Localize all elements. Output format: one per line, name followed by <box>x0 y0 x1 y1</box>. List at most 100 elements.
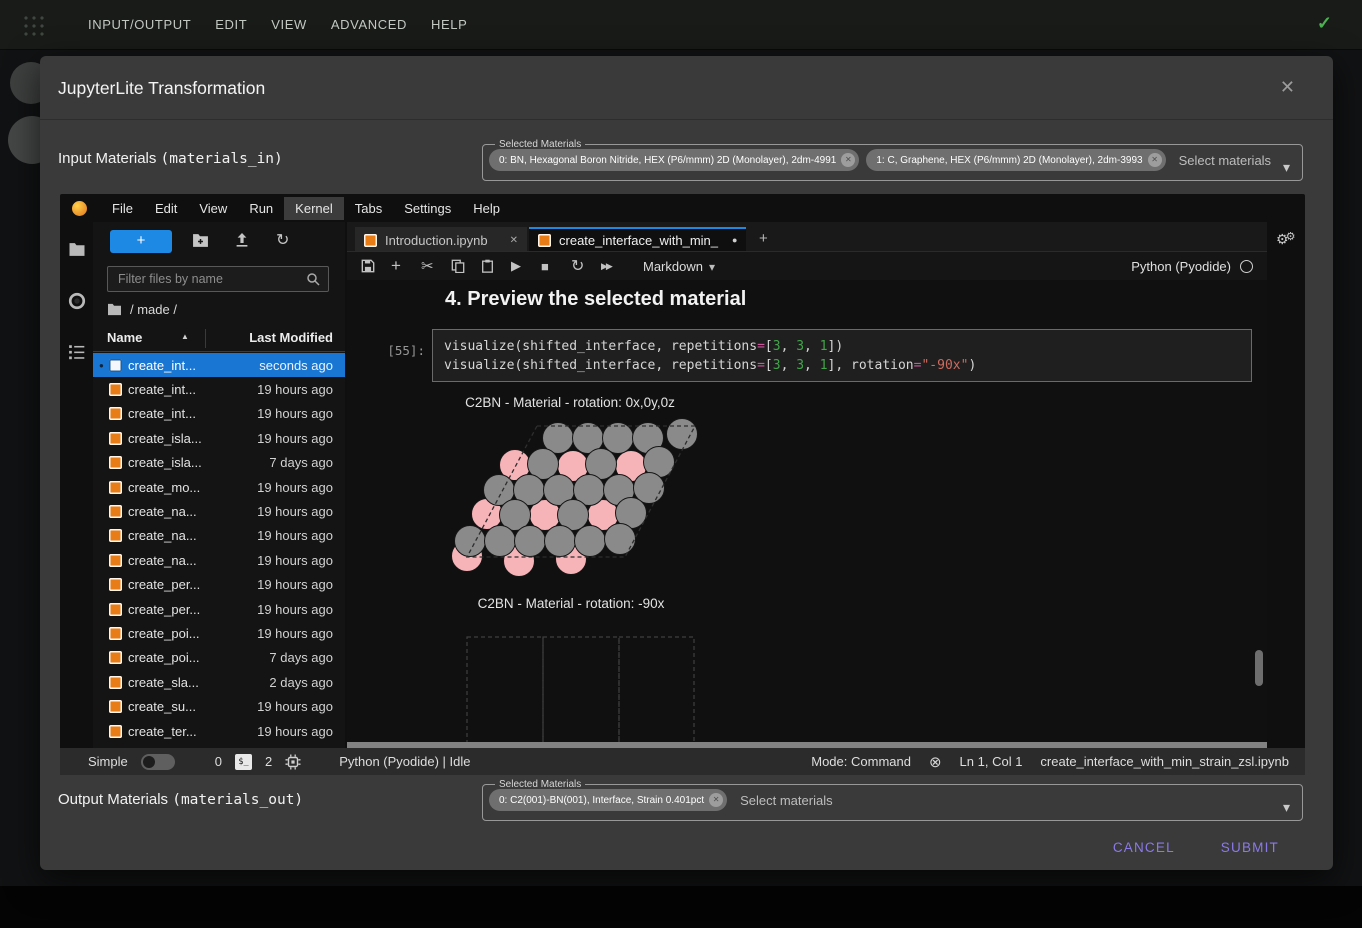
unit-cell-outline <box>619 637 694 742</box>
remove-chip-icon[interactable]: ✕ <box>1148 153 1162 167</box>
notebook-file-icon <box>109 505 122 518</box>
output-materials-select[interactable]: Selected Materials 0: C2(001)-BN(001), I… <box>482 779 1303 821</box>
code-token: , <box>781 358 797 373</box>
file-row[interactable]: ●create_poi...19 hours ago <box>93 621 345 645</box>
file-row[interactable]: ●create_na...19 hours ago <box>93 524 345 548</box>
jupyter-status-bar: Simple 0 $_ 2 Python (Pyodide) | Idle Mo… <box>60 748 1305 775</box>
app-menu-item[interactable]: INPUT/OUTPUT <box>88 17 191 32</box>
column-last-modified[interactable]: Last Modified <box>249 330 333 345</box>
remove-chip-icon[interactable]: ✕ <box>709 793 723 807</box>
check-icon[interactable]: ✓ <box>1317 13 1332 34</box>
submit-button[interactable]: SUBMIT <box>1219 834 1281 861</box>
notebook-tab[interactable]: create_interface_with_min_● <box>529 227 746 251</box>
column-name[interactable]: Name <box>107 330 142 345</box>
jupyter-menu-item[interactable]: Tabs <box>344 197 393 220</box>
refresh-icon[interactable]: ↻ <box>276 230 289 250</box>
terminal-icon[interactable]: $_ <box>235 754 252 770</box>
new-folder-icon[interactable] <box>192 233 209 248</box>
restart-kernel-icon[interactable]: ↻ <box>571 256 601 276</box>
chevron-down-icon: ▾ <box>709 260 715 274</box>
jupyter-menu-item[interactable]: File <box>101 197 144 220</box>
file-browser-icon[interactable] <box>68 242 86 257</box>
save-icon[interactable] <box>361 259 391 273</box>
file-filter-box[interactable] <box>107 266 329 292</box>
stop-icon[interactable]: ■ <box>541 259 571 274</box>
running-sessions-icon[interactable] <box>68 292 86 310</box>
vertical-scrollbar-thumb[interactable] <box>1255 650 1263 686</box>
file-row[interactable]: ●create_su...19 hours ago <box>93 694 345 718</box>
material-chip-label: 0: BN, Hexagonal Boron Nitride, HEX (P6/… <box>499 155 836 166</box>
search-icon <box>306 272 320 286</box>
simple-mode-toggle[interactable] <box>141 754 175 770</box>
notifications-icon[interactable]: ⊗ <box>929 753 942 771</box>
kernel-chip-icon[interactable] <box>285 754 301 770</box>
chevron-down-icon[interactable]: ▾ <box>1283 159 1290 176</box>
input-materials-select[interactable]: Selected Materials 0: BN, Hexagonal Boro… <box>482 139 1303 181</box>
material-chip[interactable]: 1: C, Graphene, HEX (P6/mmm) 2D (Monolay… <box>866 149 1165 171</box>
file-row[interactable]: ●create_na...19 hours ago <box>93 548 345 572</box>
unsaved-indicator: ● <box>99 483 109 492</box>
file-row[interactable]: ●create_mo...19 hours ago <box>93 475 345 499</box>
add-cell-icon[interactable]: + <box>391 256 421 276</box>
app-menu-item[interactable]: EDIT <box>215 17 247 32</box>
material-chip-label: 0: C2(001)-BN(001), Interface, Strain 0.… <box>499 795 704 806</box>
remove-chip-icon[interactable]: ✕ <box>841 153 855 167</box>
file-row[interactable]: ●create_per...19 hours ago <box>93 573 345 597</box>
code-token: , <box>804 358 820 373</box>
paste-icon[interactable] <box>481 259 511 273</box>
run-icon[interactable]: ▶ <box>511 258 541 274</box>
column-divider <box>205 329 206 348</box>
file-row[interactable]: ●create_int...19 hours ago <box>93 402 345 426</box>
new-tab-button[interactable]: + <box>748 227 778 251</box>
cut-icon[interactable]: ✂ <box>421 257 451 275</box>
gears-icon[interactable]: ⚙⚙ <box>1276 230 1292 248</box>
file-row[interactable]: ●create_isla...19 hours ago <box>93 426 345 450</box>
file-row[interactable]: ●create_isla...7 days ago <box>93 451 345 475</box>
file-row[interactable]: ●create_int...seconds ago <box>93 353 345 377</box>
app-menu-item[interactable]: VIEW <box>271 17 307 32</box>
jupyter-menu-item[interactable]: Run <box>238 197 284 220</box>
cancel-button[interactable]: CANCEL <box>1111 834 1177 861</box>
notebook-file-icon <box>109 407 122 420</box>
new-launcher-button[interactable]: + <box>110 230 172 253</box>
kernel-name: Python (Pyodide) <box>1131 259 1231 274</box>
file-name: create_int... <box>128 358 196 373</box>
jupyter-menu-item[interactable]: Help <box>462 197 511 220</box>
file-row[interactable]: ●create_na...19 hours ago <box>93 499 345 523</box>
chevron-down-icon[interactable]: ▾ <box>1283 799 1290 816</box>
close-icon[interactable]: ✕ <box>510 235 518 246</box>
file-row[interactable]: ●create_ter...19 hours ago <box>93 719 345 743</box>
file-row[interactable]: ●create_poi...7 days ago <box>93 646 345 670</box>
file-name: create_isla... <box>128 431 202 446</box>
jupyter-menu-item[interactable]: View <box>188 197 238 220</box>
run-all-icon[interactable]: ▶▶ <box>601 261 631 272</box>
breadcrumb[interactable]: / made / <box>107 302 177 317</box>
file-modified: 2 days ago <box>269 675 333 690</box>
code-token: visualize(shifted_interface, repetitions <box>444 339 757 354</box>
kernel-indicator[interactable]: Python (Pyodide) <box>1131 259 1253 274</box>
jupyter-menu-item[interactable]: Settings <box>393 197 462 220</box>
cell-type-dropdown[interactable]: Markdown▾ <box>643 259 715 274</box>
material-chip[interactable]: 0: C2(001)-BN(001), Interface, Strain 0.… <box>489 789 727 811</box>
file-row[interactable]: ●create_sla...2 days ago <box>93 670 345 694</box>
file-modified: 19 hours ago <box>257 553 333 568</box>
close-icon[interactable]: ✕ <box>1280 77 1295 98</box>
material-chip-label: 1: C, Graphene, HEX (P6/mmm) 2D (Monolay… <box>876 155 1142 166</box>
file-row[interactable]: ●create_per...19 hours ago <box>93 597 345 621</box>
app-menu-item[interactable]: ADVANCED <box>331 17 407 32</box>
file-row[interactable]: ●create_int...19 hours ago <box>93 377 345 401</box>
jupyter-menu-item[interactable]: Kernel <box>284 197 344 220</box>
code-token: 3 <box>773 358 781 373</box>
notebook-tab[interactable]: Introduction.ipynb✕ <box>355 227 527 251</box>
sort-ascending-icon[interactable]: ▲ <box>181 332 189 341</box>
file-filter-input[interactable] <box>116 271 296 287</box>
atom <box>605 524 636 555</box>
upload-icon[interactable] <box>234 233 250 248</box>
copy-icon[interactable] <box>451 259 481 273</box>
material-chip[interactable]: 0: BN, Hexagonal Boron Nitride, HEX (P6/… <box>489 149 859 171</box>
code-token: ) <box>968 358 976 373</box>
table-of-contents-icon[interactable] <box>68 344 86 360</box>
app-menu-item[interactable]: HELP <box>431 17 467 32</box>
code-cell[interactable]: visualize(shifted_interface, repetitions… <box>432 329 1252 382</box>
jupyter-menu-item[interactable]: Edit <box>144 197 188 220</box>
